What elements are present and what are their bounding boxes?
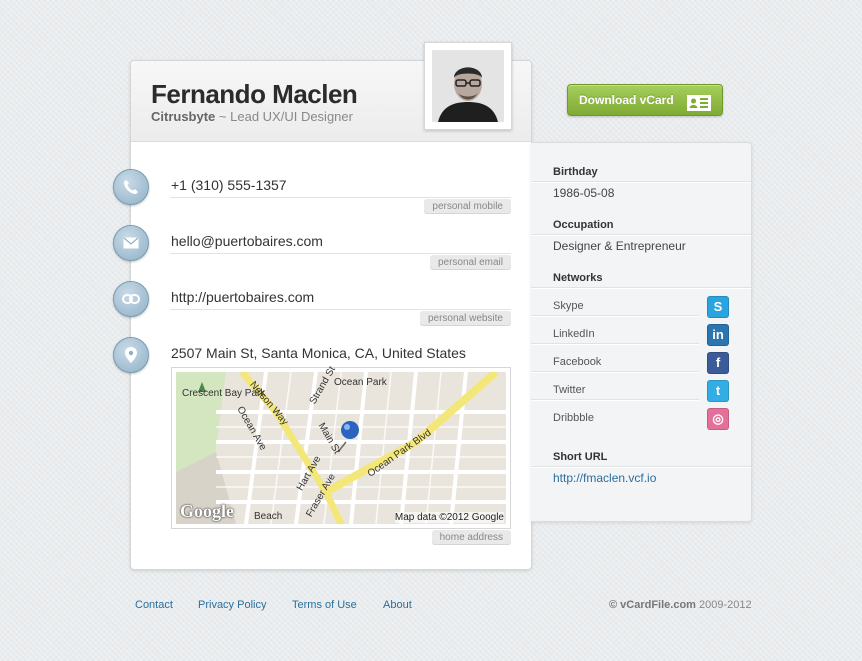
skype-icon[interactable]: S (707, 296, 729, 318)
panel-divider (531, 466, 751, 468)
row-divider (170, 197, 511, 198)
short-url-link[interactable]: http://fmaclen.vcf.io (553, 471, 656, 485)
phone-icon (113, 169, 149, 205)
panel-divider (531, 315, 699, 317)
contact-name: Fernando Maclen (151, 79, 358, 109)
linkedin-icon[interactable]: in (707, 324, 729, 346)
phone-type-tag: personal mobile (424, 199, 511, 214)
map-credit: Map data ©2012 Google (394, 512, 504, 523)
network-dribbble-label[interactable]: Dribbble (553, 412, 594, 424)
vcard-icon (687, 92, 711, 122)
footer-terms-link[interactable]: Terms of Use (292, 599, 357, 611)
twitter-icon[interactable]: t (707, 380, 729, 402)
panel-divider (531, 287, 751, 289)
download-vcard-button[interactable]: Download vCard (567, 84, 723, 116)
panel-divider (531, 234, 751, 236)
phone-number[interactable]: +1 (310) 555-1357 (171, 177, 287, 193)
envelope-icon (113, 225, 149, 261)
footer-contact-link[interactable]: Contact (135, 599, 173, 611)
website-url[interactable]: http://puertobaires.com (171, 289, 314, 305)
subtitle-separator: ~ (215, 109, 231, 124)
network-facebook-label[interactable]: Facebook (553, 356, 601, 368)
facebook-icon[interactable]: f (707, 352, 729, 374)
contact-subtitle: Citrusbyte ~ Lead UX/UI Designer (151, 109, 353, 124)
profile-photo (424, 42, 512, 130)
occupation-heading: Occupation (553, 219, 614, 231)
download-vcard-label: Download vCard (579, 93, 674, 107)
row-divider (170, 253, 511, 254)
location-pin-icon (113, 337, 149, 373)
network-skype-label[interactable]: Skype (553, 300, 584, 312)
network-linkedin-label[interactable]: LinkedIn (553, 328, 595, 340)
google-logo: Google (180, 501, 234, 521)
panel-divider (531, 371, 699, 373)
panel-divider (531, 343, 699, 345)
email-address[interactable]: hello@puertobaires.com (171, 233, 323, 249)
short-url-heading: Short URL (553, 451, 608, 463)
footer-about-link[interactable]: About (383, 599, 412, 611)
occupation-value: Designer & Entrepreneur (553, 239, 686, 253)
details-panel: Birthday 1986-05-08 Occupation Designer … (531, 142, 752, 522)
website-type-tag: personal website (419, 311, 511, 326)
copyright-notice: © vCardFile.com 2009-2012 (609, 599, 752, 611)
copyright-brand: © vCardFile.com (609, 599, 696, 611)
panel-divider (531, 399, 699, 401)
email-type-tag: personal email (429, 255, 511, 270)
map-label: Ocean Park (334, 377, 387, 388)
network-twitter-label[interactable]: Twitter (553, 384, 585, 396)
copyright-years: 2009-2012 (695, 599, 752, 611)
link-icon (113, 281, 149, 317)
map-label: Beach (254, 511, 283, 522)
birthday-value: 1986-05-08 (553, 186, 615, 200)
networks-heading: Networks (553, 272, 603, 284)
company-name: Citrusbyte (151, 109, 216, 124)
dribbble-icon[interactable]: ◎ (707, 408, 729, 430)
home-address[interactable]: 2507 Main St, Santa Monica, CA, United S… (171, 345, 466, 361)
address-map[interactable]: Crescent Bay Park Ocean Park Strand St N… (171, 365, 511, 529)
birthday-heading: Birthday (553, 166, 598, 178)
panel-divider (531, 181, 751, 183)
footer-privacy-link[interactable]: Privacy Policy (198, 599, 266, 611)
row-divider (170, 309, 511, 310)
job-title: Lead UX/UI Designer (230, 109, 353, 124)
address-type-tag: home address (431, 530, 511, 545)
